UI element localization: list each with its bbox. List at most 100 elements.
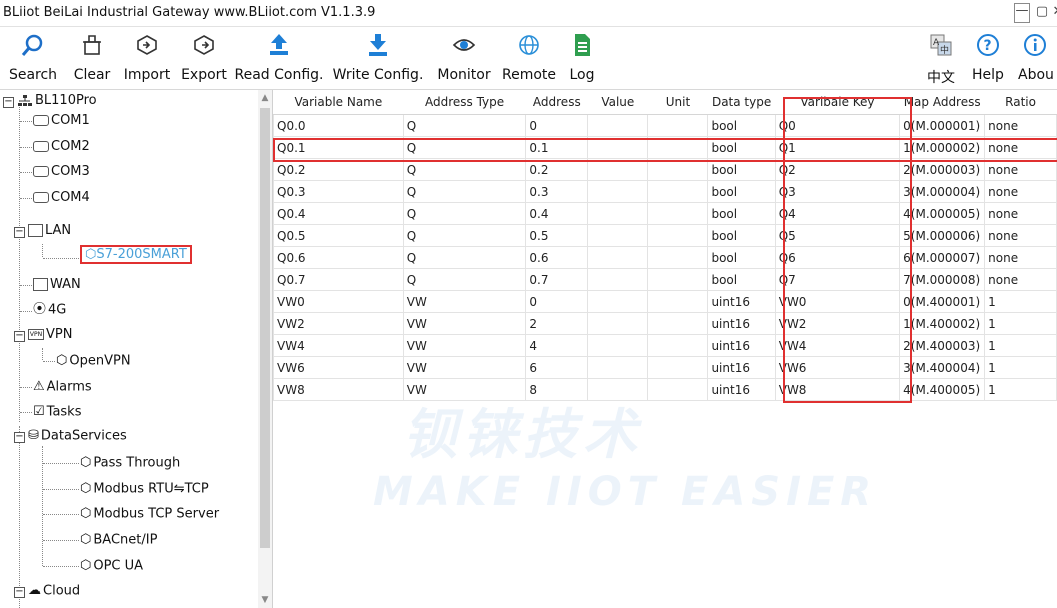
- table-cell[interactable]: [647, 158, 709, 181]
- table-row[interactable]: Q0.6 Q 0.6 bool Q6 6(M.000007) none: [273, 246, 1057, 269]
- table-cell[interactable]: VW0: [774, 290, 901, 313]
- scroll-down-icon[interactable]: ▼: [259, 594, 271, 606]
- table-cell[interactable]: 2(M.400003): [899, 334, 986, 357]
- column-header[interactable]: Value: [587, 90, 648, 115]
- table-cell[interactable]: Q4: [774, 202, 901, 225]
- close-button[interactable]: ✕: [1048, 2, 1057, 24]
- table-cell[interactable]: 8: [525, 378, 589, 401]
- tree-item-pass-through[interactable]: ⬡ Pass Through: [80, 452, 180, 474]
- table-cell[interactable]: Q0.6: [273, 246, 404, 269]
- table-row[interactable]: VW2 VW 2 uint16 VW2 1(M.400002) 1: [273, 312, 1057, 335]
- table-cell[interactable]: Q: [402, 114, 527, 137]
- monitor-button[interactable]: Monitor: [430, 27, 498, 89]
- table-row[interactable]: VW6 VW 6 uint16 VW6 3(M.400004) 1: [273, 356, 1057, 379]
- table-cell[interactable]: Q: [402, 180, 527, 203]
- table-cell[interactable]: VW: [402, 378, 527, 401]
- table-cell[interactable]: bool: [707, 268, 776, 291]
- table-row[interactable]: Q0.0 Q 0 bool Q0 0(M.000001) none: [273, 114, 1057, 137]
- table-cell[interactable]: uint16: [707, 356, 776, 379]
- scroll-up-icon[interactable]: ▲: [259, 92, 271, 104]
- table-cell[interactable]: Q: [402, 136, 527, 159]
- table-cell[interactable]: [647, 268, 709, 291]
- table-cell[interactable]: [647, 114, 709, 137]
- table-cell[interactable]: none: [984, 224, 1057, 247]
- about-button[interactable]: Abou: [1012, 27, 1057, 89]
- table-cell[interactable]: 0.3: [525, 180, 589, 203]
- table-cell[interactable]: uint16: [707, 312, 776, 335]
- table-cell[interactable]: 3(M.000004): [899, 180, 986, 203]
- tree-item-vpn[interactable]: VPN VPN: [28, 324, 72, 346]
- tree-item-alarms[interactable]: ⚠ Alarms: [33, 376, 92, 398]
- tree-item-com3[interactable]: COM3: [33, 161, 90, 183]
- table-cell[interactable]: none: [984, 268, 1057, 291]
- expand-cloud[interactable]: −: [14, 587, 25, 598]
- table-cell[interactable]: [647, 378, 709, 401]
- log-button[interactable]: Log: [560, 27, 604, 89]
- table-cell[interactable]: Q: [402, 158, 527, 181]
- column-header[interactable]: Address: [525, 90, 588, 115]
- remote-button[interactable]: Remote: [498, 27, 560, 89]
- table-row[interactable]: Q0.3 Q 0.3 bool Q3 3(M.000004) none: [273, 180, 1057, 203]
- table-cell[interactable]: Q: [402, 246, 527, 269]
- table-cell[interactable]: VW6: [273, 356, 404, 379]
- table-cell[interactable]: 0.2: [525, 158, 589, 181]
- table-cell[interactable]: 1: [984, 290, 1057, 313]
- table-cell[interactable]: 1: [984, 312, 1057, 335]
- tree-scrollbar[interactable]: ▲ ▼: [258, 90, 272, 608]
- table-cell[interactable]: [647, 136, 709, 159]
- table-cell[interactable]: 4: [525, 334, 589, 357]
- table-cell[interactable]: [587, 312, 649, 335]
- table-cell[interactable]: VW2: [273, 312, 404, 335]
- table-cell[interactable]: [647, 290, 709, 313]
- table-cell[interactable]: none: [984, 136, 1057, 159]
- table-cell[interactable]: 0.6: [525, 246, 589, 269]
- table-cell[interactable]: 2: [525, 312, 589, 335]
- table-row[interactable]: VW8 VW 8 uint16 VW8 4(M.400005) 1: [273, 378, 1057, 401]
- table-cell[interactable]: 2(M.000003): [899, 158, 986, 181]
- table-cell[interactable]: bool: [707, 202, 776, 225]
- table-cell[interactable]: [647, 334, 709, 357]
- tree-item-lan[interactable]: LAN: [28, 220, 71, 242]
- table-cell[interactable]: Q7: [774, 268, 901, 291]
- clear-button[interactable]: Clear: [66, 27, 118, 89]
- tree-item-com1[interactable]: COM1: [33, 110, 90, 132]
- column-header[interactable]: Map Address: [899, 90, 985, 115]
- table-cell[interactable]: none: [984, 202, 1057, 225]
- table-cell[interactable]: [587, 268, 649, 291]
- tree-item-bacnet-ip[interactable]: ⬡ BACnet/IP: [80, 529, 157, 551]
- table-cell[interactable]: VW: [402, 290, 527, 313]
- expand-lan[interactable]: −: [14, 227, 25, 238]
- table-cell[interactable]: none: [984, 158, 1057, 181]
- table-cell[interactable]: Q3: [774, 180, 901, 203]
- table-cell[interactable]: Q: [402, 202, 527, 225]
- tree-item-root[interactable]: BL110Pro: [17, 90, 97, 112]
- table-cell[interactable]: 0: [525, 114, 589, 137]
- table-cell[interactable]: Q0: [774, 114, 901, 137]
- table-cell[interactable]: none: [984, 114, 1057, 137]
- tree-item-com4[interactable]: COM4: [33, 187, 90, 209]
- table-cell[interactable]: [587, 136, 649, 159]
- table-cell[interactable]: none: [984, 180, 1057, 203]
- export-button[interactable]: Export: [176, 27, 232, 89]
- table-cell[interactable]: 1: [984, 356, 1057, 379]
- tree-item-modbus-tcp-server[interactable]: ⬡ Modbus TCP Server: [80, 503, 219, 525]
- table-cell[interactable]: VW: [402, 334, 527, 357]
- minimize-button[interactable]: —: [1014, 3, 1030, 23]
- table-cell[interactable]: Q0.1: [273, 136, 404, 159]
- column-header[interactable]: Data type: [707, 90, 776, 115]
- table-cell[interactable]: VW8: [273, 378, 404, 401]
- table-cell[interactable]: 1(M.400002): [899, 312, 986, 335]
- column-header[interactable]: Varibale Key: [775, 90, 900, 115]
- table-cell[interactable]: [647, 224, 709, 247]
- column-header[interactable]: Address Type: [403, 90, 526, 115]
- table-cell[interactable]: [587, 180, 649, 203]
- table-cell[interactable]: VW4: [774, 334, 901, 357]
- table-cell[interactable]: 6: [525, 356, 589, 379]
- table-cell[interactable]: 3(M.400004): [899, 356, 986, 379]
- table-cell[interactable]: Q0.3: [273, 180, 404, 203]
- table-cell[interactable]: [647, 356, 709, 379]
- tree-item-opc-ua[interactable]: ⬡ OPC UA: [80, 555, 143, 577]
- table-cell[interactable]: 0.7: [525, 268, 589, 291]
- table-cell[interactable]: Q0.5: [273, 224, 404, 247]
- tree-item-wan[interactable]: WAN: [33, 274, 81, 296]
